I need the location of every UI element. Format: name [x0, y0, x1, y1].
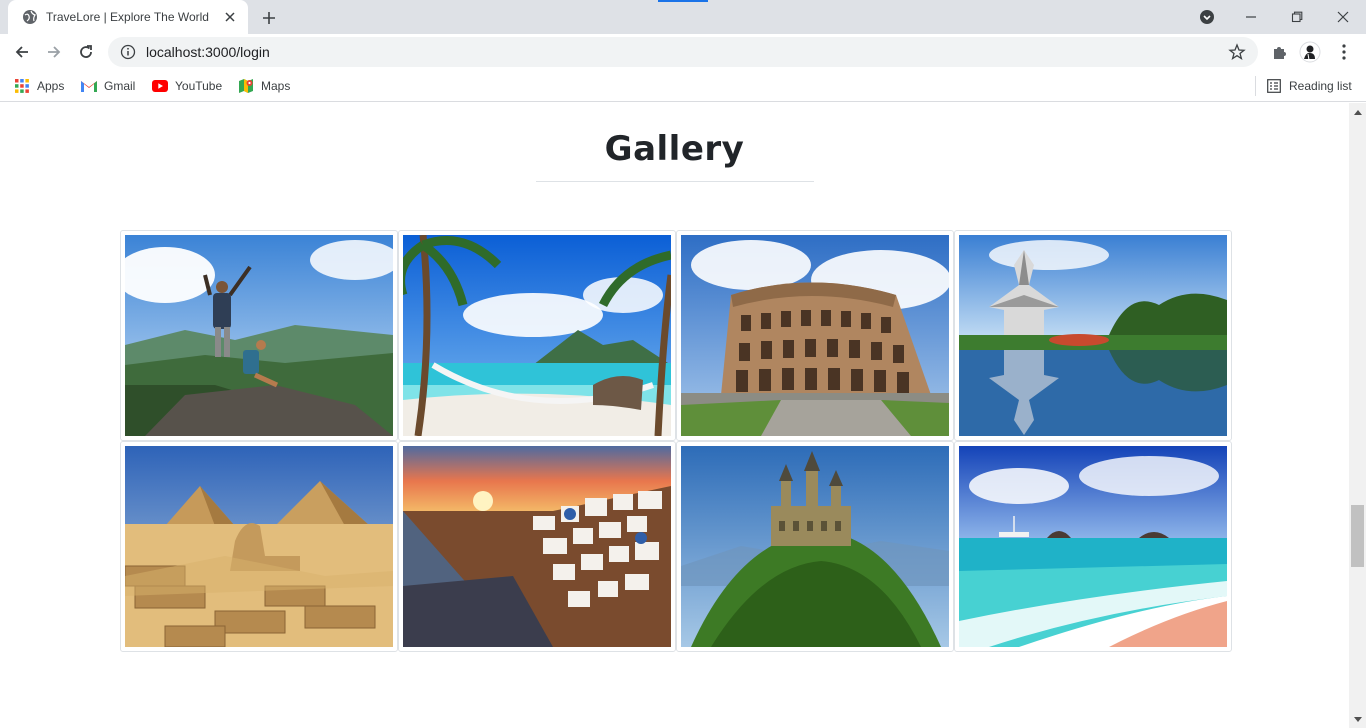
gmail-icon — [81, 78, 97, 94]
reading-list-button[interactable]: Reading list — [1266, 75, 1352, 97]
globe-icon — [22, 9, 38, 25]
address-bar[interactable]: localhost:3000/login — [108, 37, 1258, 67]
forward-arrow-icon[interactable] — [40, 38, 68, 66]
site-info-icon[interactable] — [120, 44, 136, 60]
new-tab-button[interactable] — [256, 5, 282, 31]
tab-strip-accent — [658, 0, 708, 2]
gallery-image-colosseum[interactable] — [676, 230, 954, 441]
restore-icon[interactable] — [1274, 0, 1320, 34]
gallery-image-hilltop-castle[interactable] — [676, 441, 954, 652]
close-tab-icon[interactable] — [222, 9, 238, 25]
bookmark-maps[interactable]: Maps — [238, 75, 290, 97]
bookmark-apps[interactable]: Apps — [14, 75, 64, 97]
bookmark-star-icon[interactable] — [1228, 43, 1246, 61]
browser-toolbar: localhost:3000/login — [0, 34, 1366, 70]
page-title: Gallery — [604, 129, 745, 169]
maps-icon — [238, 78, 254, 94]
bookmark-label: Apps — [37, 79, 65, 93]
extensions-puzzle-icon[interactable] — [1268, 40, 1292, 64]
gallery-image-tropical-beach-hammock[interactable] — [398, 230, 676, 441]
scroll-up-arrow-icon[interactable] — [1349, 103, 1366, 120]
gallery-grid — [120, 230, 1232, 652]
url-text: localhost:3000/login — [146, 44, 270, 60]
bookmark-gmail[interactable]: Gmail — [81, 75, 135, 97]
gallery-image-thai-temple-reflection[interactable] — [954, 230, 1232, 441]
scrollbar-thumb[interactable] — [1351, 505, 1364, 567]
tab-search-icon[interactable] — [1184, 0, 1230, 34]
tab-title: TraveLore | Explore The World — [46, 10, 209, 24]
page-scrollbar[interactable] — [1349, 103, 1366, 728]
youtube-icon — [152, 78, 168, 94]
back-arrow-icon[interactable] — [8, 38, 36, 66]
gallery-image-turquoise-beach[interactable] — [954, 441, 1232, 652]
reading-list-icon — [1266, 78, 1282, 94]
browser-tab[interactable]: TraveLore | Explore The World — [8, 0, 248, 34]
gallery-image-santorini-sunset[interactable] — [398, 441, 676, 652]
title-divider — [536, 181, 814, 182]
scroll-down-arrow-icon[interactable] — [1349, 711, 1366, 728]
more-menu-icon[interactable] — [1332, 40, 1356, 64]
gallery-image-pyramids-sphinx[interactable] — [120, 441, 398, 652]
bookmark-label: Gmail — [104, 79, 136, 93]
apps-grid-icon — [14, 78, 30, 94]
reload-icon[interactable] — [72, 38, 100, 66]
bookmarks-bar: Apps Gmail YouTube Maps Reading list — [0, 70, 1366, 102]
bookmark-label: Maps — [261, 79, 291, 93]
page-viewport: Gallery — [0, 103, 1349, 728]
bookmarks-divider — [1255, 76, 1256, 96]
bookmark-youtube[interactable]: YouTube — [152, 75, 222, 97]
profile-avatar[interactable] — [1298, 40, 1322, 64]
bookmark-label: YouTube — [175, 79, 223, 93]
reading-list-label: Reading list — [1289, 79, 1352, 93]
minimize-icon[interactable] — [1228, 0, 1274, 34]
close-window-icon[interactable] — [1320, 0, 1366, 34]
tab-bar: TraveLore | Explore The World — [0, 0, 1366, 34]
gallery-image-hikers-on-mountain[interactable] — [120, 230, 398, 441]
